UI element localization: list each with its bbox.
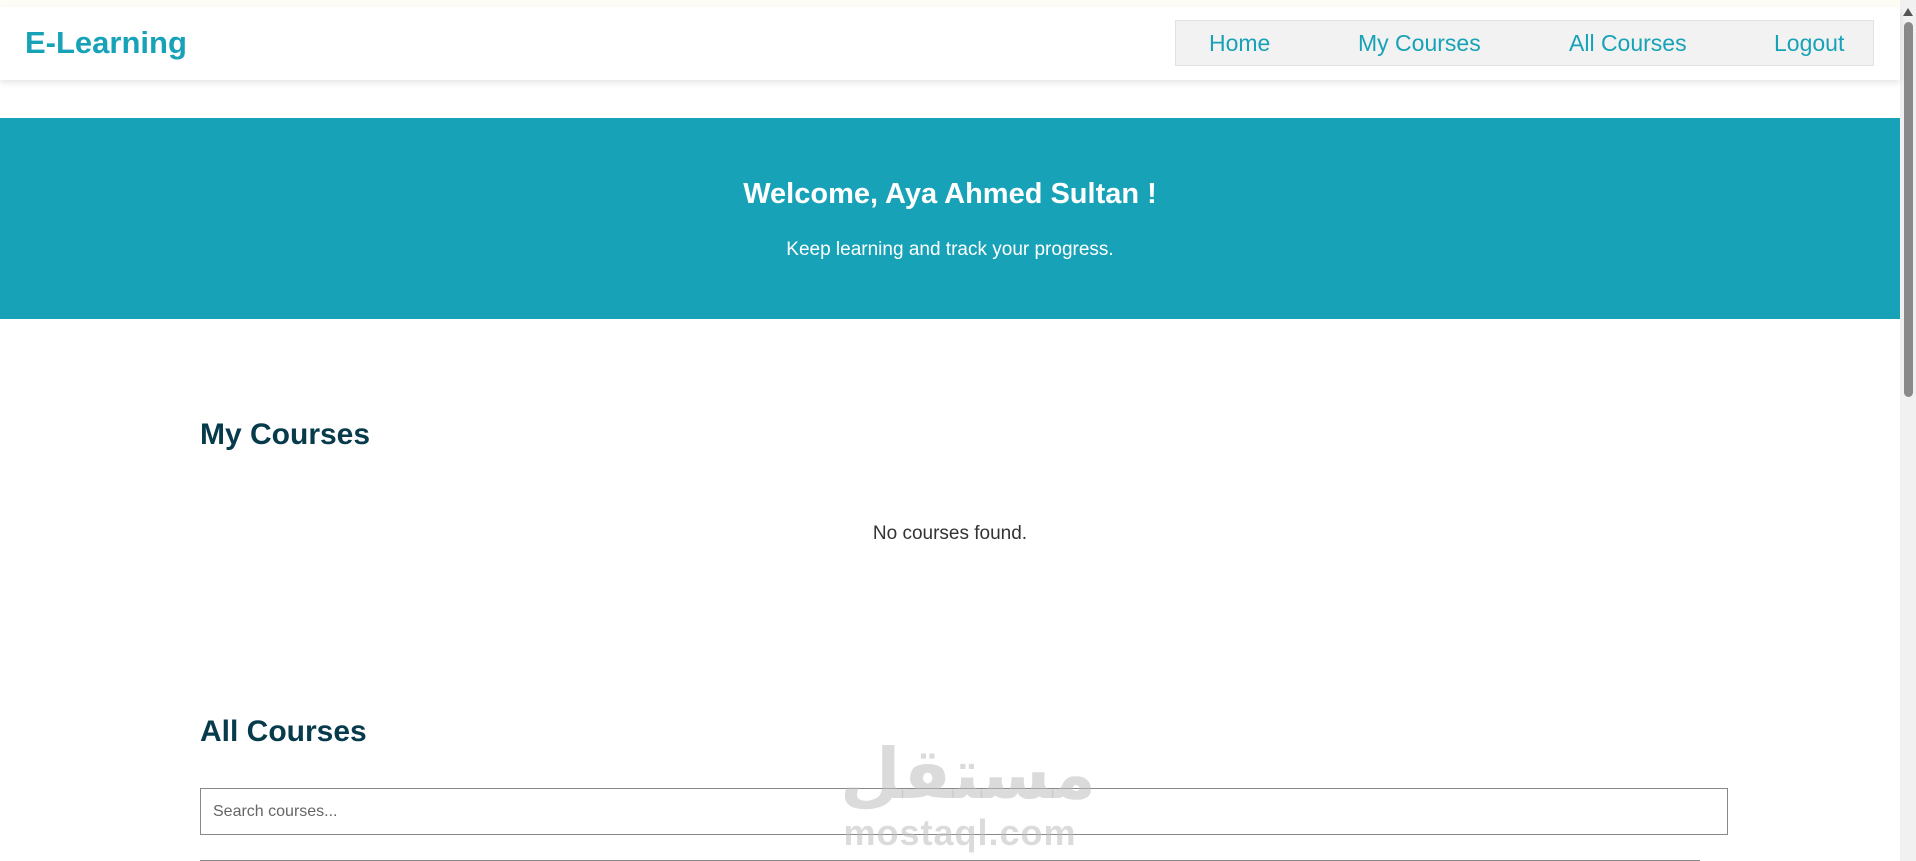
search-courses-input[interactable] bbox=[200, 788, 1728, 835]
my-courses-heading: My Courses bbox=[200, 418, 371, 451]
scroll-thumb[interactable] bbox=[1904, 22, 1913, 397]
brand-logo[interactable]: E-Learning bbox=[25, 25, 187, 61]
scroll-up-arrow-icon[interactable] bbox=[1903, 8, 1913, 16]
main-nav: Home My Courses All Courses Logout bbox=[1175, 20, 1874, 66]
nav-logout-link[interactable]: Logout bbox=[1774, 21, 1844, 65]
nav-my-courses-link[interactable]: My Courses bbox=[1358, 21, 1481, 65]
site-header: E-Learning Home My Courses All Courses L… bbox=[0, 7, 1900, 80]
nav-home-link[interactable]: Home bbox=[1209, 21, 1270, 65]
no-courses-message: No courses found. bbox=[872, 523, 1028, 544]
nav-all-courses-link[interactable]: All Courses bbox=[1569, 21, 1687, 65]
welcome-title: Welcome, Aya Ahmed Sultan ! bbox=[743, 178, 1157, 210]
welcome-subtitle: Keep learning and track your progress. bbox=[786, 239, 1114, 260]
all-courses-heading: All Courses bbox=[200, 715, 367, 748]
vertical-scrollbar[interactable] bbox=[1900, 0, 1916, 861]
welcome-banner: Welcome, Aya Ahmed Sultan ! Keep learnin… bbox=[0, 118, 1900, 319]
page: E-Learning Home My Courses All Courses L… bbox=[0, 0, 1916, 861]
